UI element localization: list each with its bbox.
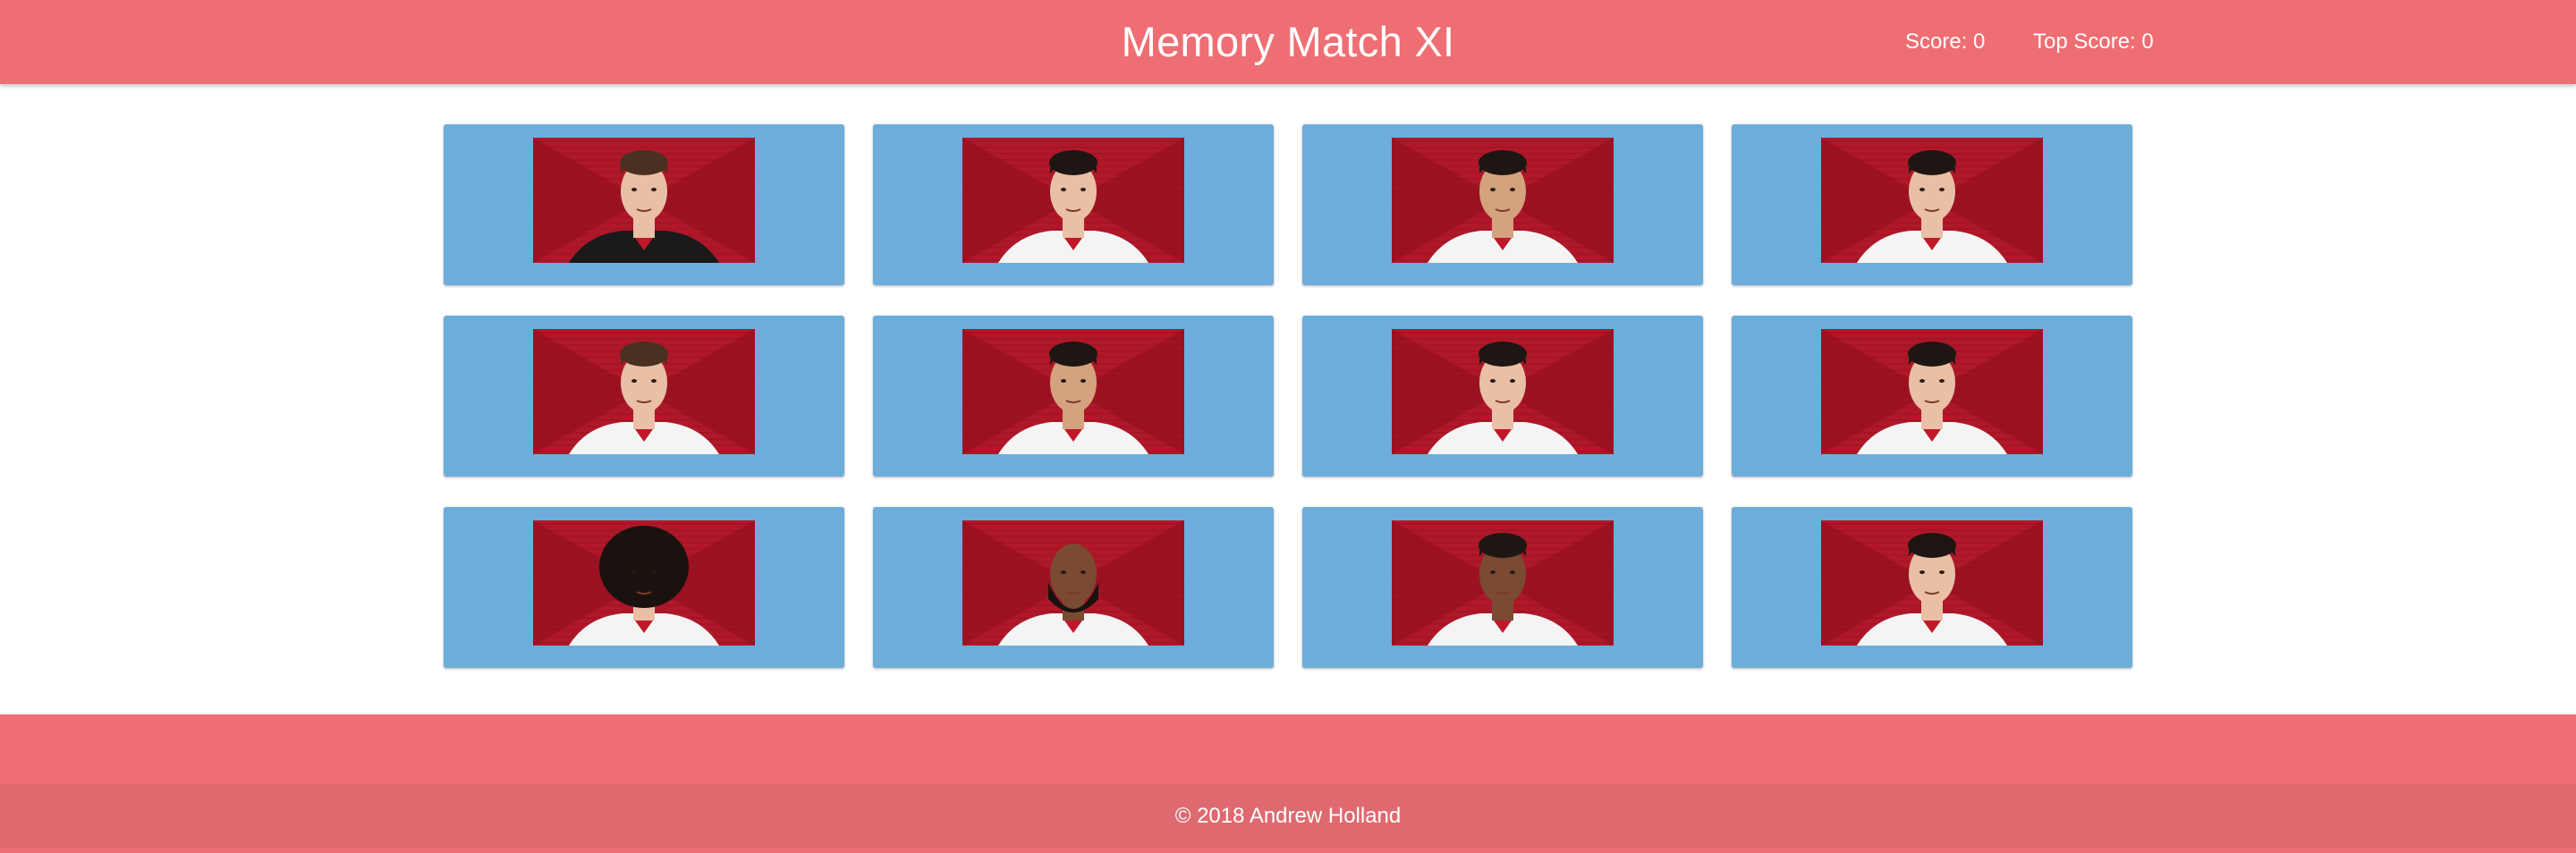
player-card[interactable] bbox=[444, 124, 844, 285]
footer: © 2018 Andrew Holland bbox=[0, 714, 2576, 853]
player-card[interactable] bbox=[873, 124, 1274, 285]
player-card[interactable] bbox=[444, 316, 844, 477]
player-card[interactable] bbox=[444, 507, 844, 668]
player-portrait bbox=[962, 329, 1184, 454]
navbar: Memory Match XI Score: 0 Top Score: 0 bbox=[0, 0, 2576, 84]
score-display: Score: 0 bbox=[1905, 30, 1986, 54]
player-portrait bbox=[1392, 520, 1614, 646]
footer-copyright: © 2018 Andrew Holland bbox=[0, 784, 2576, 849]
player-portrait bbox=[533, 138, 755, 263]
player-card[interactable] bbox=[1732, 124, 2132, 285]
player-card[interactable] bbox=[1302, 124, 1703, 285]
player-card[interactable] bbox=[873, 316, 1274, 477]
player-card[interactable] bbox=[873, 507, 1274, 668]
player-portrait bbox=[962, 138, 1184, 263]
player-portrait bbox=[1392, 138, 1614, 263]
player-portrait bbox=[1821, 520, 2043, 646]
player-portrait bbox=[1821, 329, 2043, 454]
player-portrait bbox=[1392, 329, 1614, 454]
app-title[interactable]: Memory Match XI bbox=[0, 0, 2576, 84]
player-portrait bbox=[962, 520, 1184, 646]
player-card[interactable] bbox=[1302, 507, 1703, 668]
player-portrait bbox=[533, 520, 755, 646]
player-card[interactable] bbox=[1302, 316, 1703, 477]
player-portrait bbox=[533, 329, 755, 454]
player-card[interactable] bbox=[1732, 507, 2132, 668]
player-card[interactable] bbox=[1732, 316, 2132, 477]
player-portrait bbox=[1821, 138, 2043, 263]
top-score-display: Top Score: 0 bbox=[2033, 30, 2154, 54]
